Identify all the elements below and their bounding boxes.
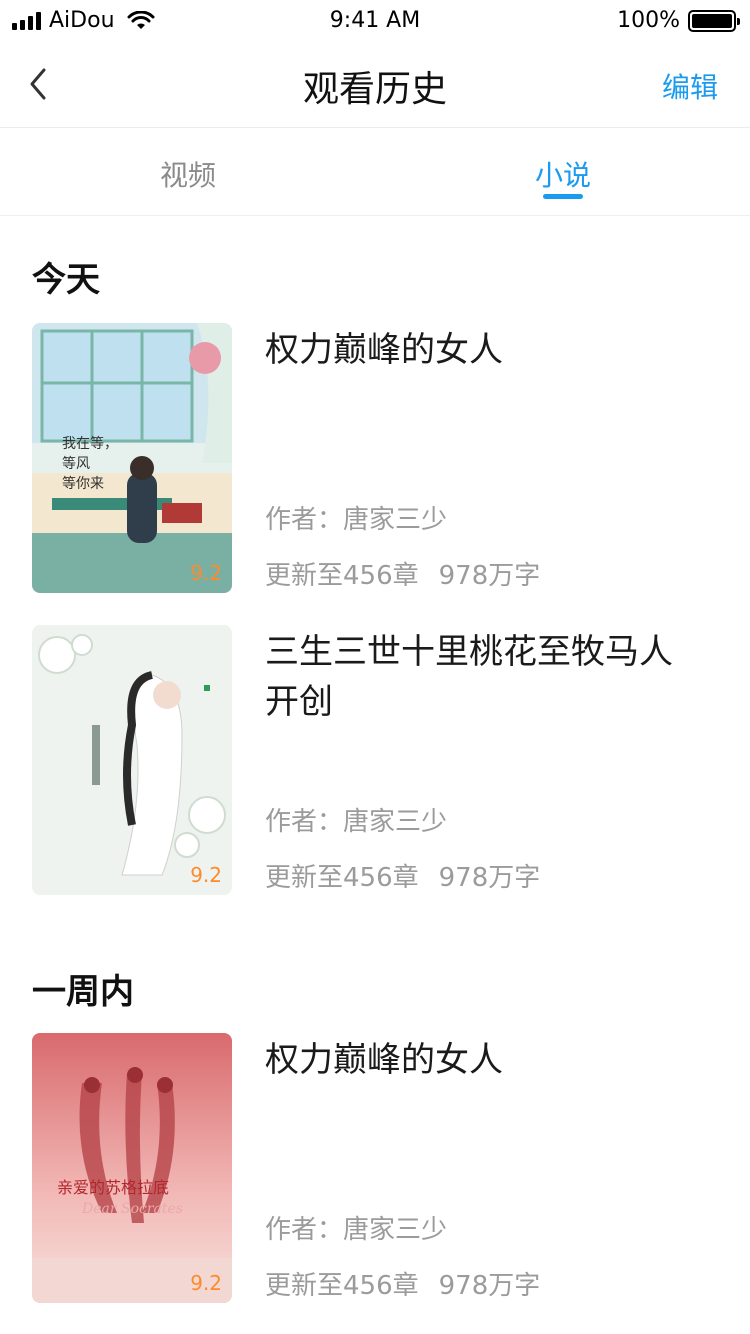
book-title: 三生三世十里桃花至牧马人开创: [265, 632, 673, 722]
section-title-week: 一周内: [32, 972, 134, 1012]
book-words: 978万字: [438, 1271, 541, 1301]
book-score: 9.2: [190, 863, 222, 887]
book-title: 权力巅峰的女人: [265, 330, 503, 370]
chevron-left-icon[interactable]: [24, 64, 56, 104]
book-update: 更新至456章 978万字: [265, 555, 540, 592]
cover-illustration: [32, 625, 232, 895]
book-author: 作者：唐家三少: [265, 505, 448, 535]
svg-text:等风: 等风: [62, 455, 90, 472]
battery-percent: 100%: [617, 8, 680, 33]
tab-indicator: [543, 194, 583, 199]
status-right: 100%: [617, 8, 740, 33]
svg-text:我在等，: 我在等，: [62, 435, 118, 452]
svg-text:等你来: 等你来: [62, 475, 104, 492]
book-item[interactable]: 亲爱的苏格拉底 Dear Socrates 9.2 权力巅峰的女人 作者：唐家三…: [32, 1033, 732, 1303]
book-author: 作者：唐家三少: [265, 1215, 448, 1245]
book-update: 更新至456章 978万字: [265, 1265, 540, 1302]
status-bar: AiDou 9:41 AM 100%: [0, 0, 750, 40]
book-author: 作者：唐家三少: [265, 807, 448, 837]
battery-icon: [688, 9, 740, 32]
book-title: 权力巅峰的女人: [265, 1040, 503, 1080]
book-cover: 我在等， 等风 等你来 9.2: [32, 323, 232, 593]
section-title-today: 今天: [32, 260, 100, 300]
svg-text:Dear Socrates: Dear Socrates: [81, 1201, 183, 1217]
svg-text:亲爱的苏格拉底: 亲爱的苏格拉底: [57, 1178, 169, 1197]
nav-bar: 观看历史 编辑: [0, 40, 750, 128]
book-words: 978万字: [438, 863, 541, 893]
cover-illustration: 我在等， 等风 等你来: [32, 323, 232, 593]
book-chapters: 更新至456章: [265, 863, 419, 893]
tab-novel[interactable]: 小说: [463, 154, 663, 194]
tab-bar: 视频 小说: [0, 128, 750, 216]
book-chapters: 更新至456章: [265, 1271, 419, 1301]
book-words: 978万字: [438, 561, 541, 591]
cover-illustration: 亲爱的苏格拉底 Dear Socrates: [32, 1033, 232, 1303]
book-cover: 亲爱的苏格拉底 Dear Socrates 9.2: [32, 1033, 232, 1303]
book-chapters: 更新至456章: [265, 561, 419, 591]
edit-button[interactable]: 编辑: [662, 66, 718, 106]
book-update: 更新至456章 978万字: [265, 857, 540, 894]
book-item[interactable]: 我在等， 等风 等你来 9.2 权力巅峰的女人 作者：唐家三少 更新至456章 …: [32, 323, 732, 593]
tab-video[interactable]: 视频: [88, 154, 288, 194]
book-item[interactable]: 9.2 三生三世十里桃花至牧马人开创 作者：唐家三少 更新至456章 978万字: [32, 625, 732, 895]
book-cover: 9.2: [32, 625, 232, 895]
page-title: 观看历史: [302, 69, 447, 110]
book-score: 9.2: [190, 561, 222, 585]
book-score: 9.2: [190, 1271, 222, 1295]
